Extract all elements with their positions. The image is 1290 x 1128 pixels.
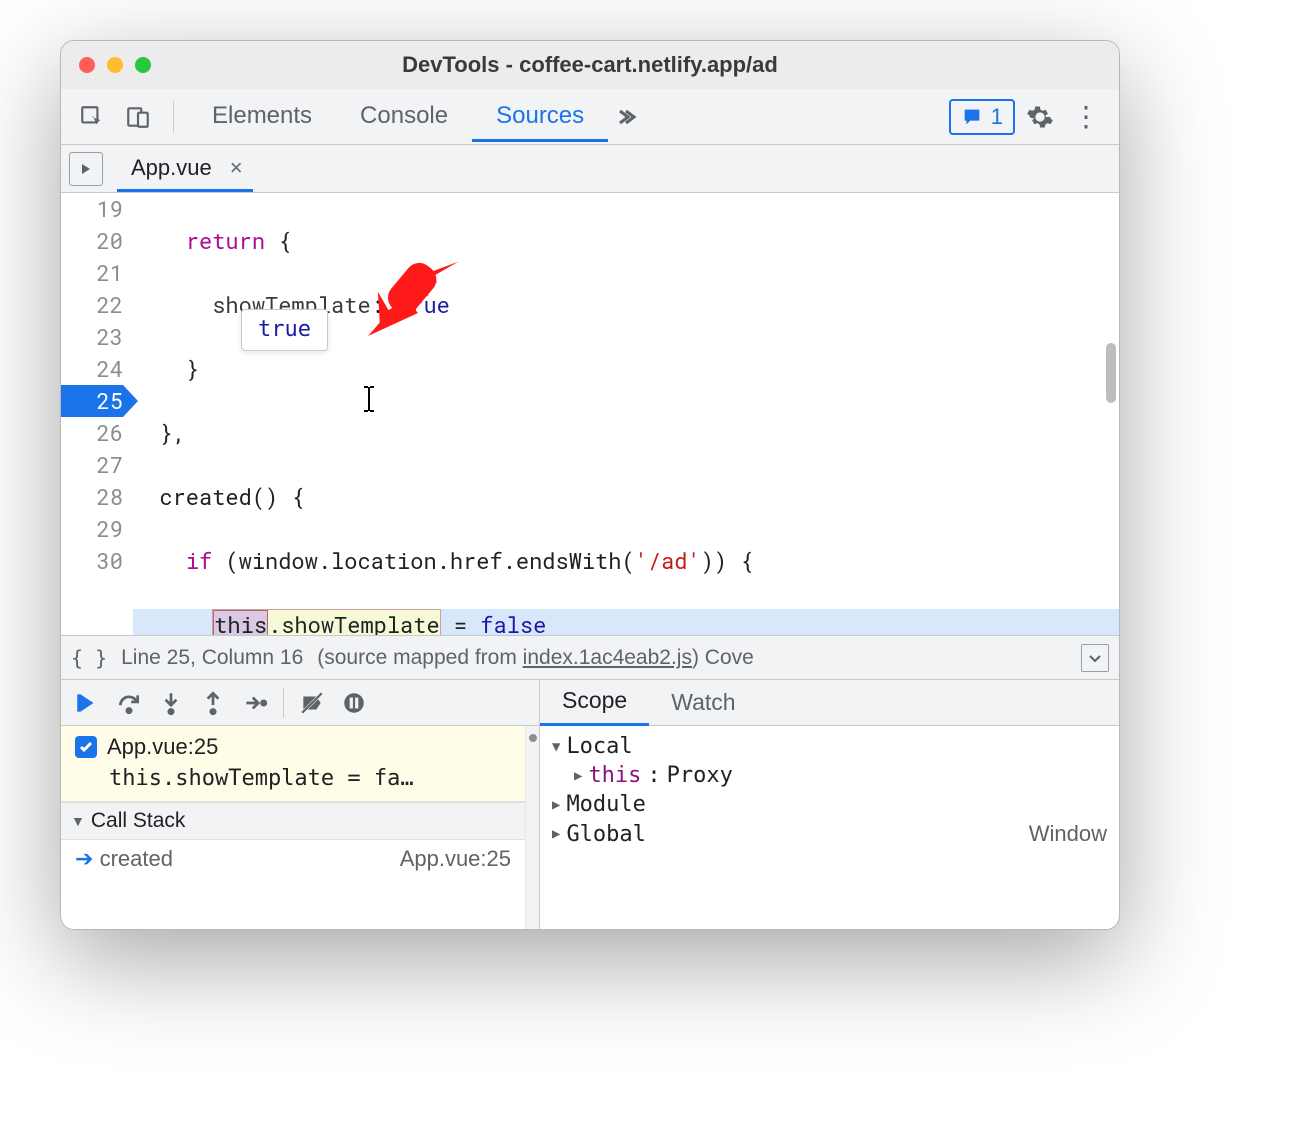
- tab-elements[interactable]: Elements: [188, 92, 336, 142]
- paused-message: App.vue:25 this.showTemplate = fa…: [61, 726, 525, 802]
- scope-tree[interactable]: ▼Local ▶this: Proxy ▶Module ▶GlobalWindo…: [540, 726, 1119, 855]
- paused-location[interactable]: App.vue:25: [107, 734, 218, 760]
- sourcemap-link[interactable]: index.1ac4eab2.js: [523, 646, 692, 669]
- left-pane-scrollbar[interactable]: [525, 726, 539, 929]
- divider: [173, 101, 174, 133]
- disclosure-triangle-icon: ▶: [552, 797, 560, 813]
- tab-sources[interactable]: Sources: [472, 92, 608, 142]
- devtools-window: DevTools - coffee-cart.netlify.app/ad El…: [60, 40, 1120, 930]
- settings-gear-icon[interactable]: [1019, 103, 1061, 131]
- navigator-toggle-icon[interactable]: [69, 152, 103, 186]
- debugger-toolbar: [61, 680, 539, 726]
- statusbar-dropdown-icon[interactable]: [1081, 644, 1109, 672]
- disclosure-triangle-icon: ▶: [552, 826, 560, 842]
- scope-tab[interactable]: Scope: [540, 679, 649, 726]
- callstack-frame[interactable]: ➔ created App.vue:25: [61, 840, 525, 872]
- pretty-print-icon[interactable]: { }: [71, 646, 107, 670]
- step-into-button[interactable]: [151, 683, 191, 723]
- callstack-header[interactable]: ▼ Call Stack: [61, 802, 525, 840]
- device-toolbar-icon[interactable]: [117, 96, 159, 138]
- paused-snippet: this.showTemplate = fa…: [75, 760, 511, 791]
- disclosure-triangle-icon: ▶: [574, 768, 582, 784]
- close-tab-icon[interactable]: ×: [222, 155, 251, 181]
- file-tab-label: App.vue: [131, 155, 212, 181]
- code-editor[interactable]: 19 20 21 22 23 24 25 26 27 28 29 30 retu…: [61, 193, 1119, 635]
- breakpoint-marker[interactable]: 25: [61, 385, 123, 417]
- line-gutter[interactable]: 19 20 21 22 23 24 25 26 27 28 29 30: [61, 193, 133, 635]
- maximize-window-button[interactable]: [135, 57, 151, 73]
- current-frame-arrow-icon: ➔: [75, 846, 93, 871]
- minimize-window-button[interactable]: [107, 57, 123, 73]
- step-over-button[interactable]: [109, 683, 149, 723]
- inspect-element-icon[interactable]: [71, 96, 113, 138]
- issues-button[interactable]: 1: [949, 99, 1015, 135]
- deactivate-breakpoints-button[interactable]: [292, 683, 332, 723]
- close-window-button[interactable]: [79, 57, 95, 73]
- resume-button[interactable]: [67, 683, 107, 723]
- debugger-pane: App.vue:25 this.showTemplate = fa… ▼ Cal…: [61, 679, 1119, 929]
- disclosure-triangle-icon: ▼: [552, 739, 560, 755]
- value-tooltip: true: [241, 309, 328, 351]
- window-title: DevTools - coffee-cart.netlify.app/ad: [61, 52, 1119, 78]
- editor-statusbar: { } Line 25, Column 16 (source mapped fr…: [61, 635, 1119, 679]
- cursor-position: Line 25, Column 16: [121, 646, 303, 670]
- main-toolbar: Elements Console Sources 1 ⋮: [61, 89, 1119, 145]
- tab-console[interactable]: Console: [336, 92, 472, 142]
- pause-exceptions-button[interactable]: [334, 683, 374, 723]
- scrollbar-thumb[interactable]: [1106, 343, 1116, 403]
- disclosure-triangle-icon: ▼: [71, 813, 85, 829]
- sourcemap-info: (source mapped from index.1ac4eab2.js) C…: [317, 646, 754, 670]
- divider: [283, 688, 284, 718]
- kebab-menu-icon[interactable]: ⋮: [1065, 100, 1107, 133]
- issues-count: 1: [991, 104, 1003, 130]
- breakpoint-checkbox[interactable]: [75, 736, 97, 758]
- text-cursor-icon: [361, 385, 377, 413]
- sources-subtabs: App.vue ×: [61, 145, 1119, 193]
- code-content[interactable]: return { showTemplate: true } }, created…: [133, 193, 1119, 635]
- file-tab-app-vue[interactable]: App.vue ×: [117, 145, 253, 192]
- step-out-button[interactable]: [193, 683, 233, 723]
- more-tabs-icon[interactable]: [608, 105, 652, 129]
- watch-tab[interactable]: Watch: [649, 681, 757, 725]
- titlebar: DevTools - coffee-cart.netlify.app/ad: [61, 41, 1119, 89]
- step-button[interactable]: [235, 683, 275, 723]
